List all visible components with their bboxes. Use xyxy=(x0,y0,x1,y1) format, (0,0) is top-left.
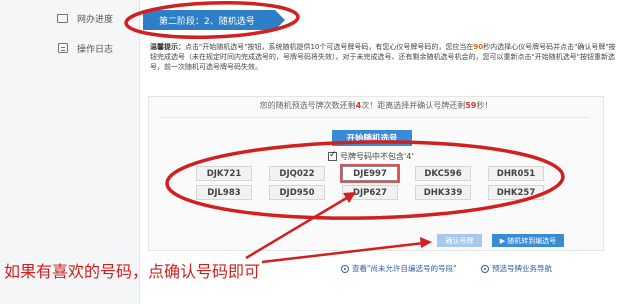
plate-option[interactable]: DKC596 xyxy=(415,166,471,181)
annotation-text: 如果有喜欢的号码，点确认号码即可 xyxy=(4,262,261,281)
countdown-part2: 次！距离选择并确认号牌还剩 xyxy=(361,101,466,110)
exclude-four-option[interactable]: 号牌号码中不包含'4' xyxy=(328,150,414,162)
notice-line1a: 点击"开始随机选号"按钮，系统随机提供10个可选号牌号码，有您心仪号牌号码的，您… xyxy=(185,43,474,51)
stage-tab: 第二阶段：2、随机选号 xyxy=(143,10,285,30)
plate-option-selected[interactable]: DJE997 xyxy=(342,166,398,181)
start-random-select-button[interactable]: 开始随机选号 xyxy=(332,130,412,146)
exclude-four-label: 号牌号码中不包含'4' xyxy=(340,151,414,161)
sidebar-item-label: 操作日志 xyxy=(77,44,114,55)
notice-prefix: 温馨提示： xyxy=(150,43,185,51)
countdown-part1: 您的随机预选号牌次数还剩 xyxy=(259,101,356,110)
plate-option[interactable]: DJK721 xyxy=(196,166,252,181)
restricted-segments-link[interactable]: 查看"尚未允许自编选号的号段" xyxy=(341,263,456,274)
plate-option[interactable]: DHR051 xyxy=(488,166,544,181)
sidebar-item-label: 网办进度 xyxy=(77,14,114,25)
desktop-icon xyxy=(57,13,68,23)
switch-to-custom-button[interactable]: ▶ 随机转到编选号 xyxy=(492,234,564,247)
confirm-plate-button[interactable]: 确认号牌 xyxy=(437,234,482,247)
restricted-segments-label: 查看"尚未允许自编选号的号段" xyxy=(352,264,457,273)
plate-option[interactable]: DJD950 xyxy=(269,185,325,200)
plate-option[interactable]: DHK339 xyxy=(415,185,471,200)
countdown-text: 您的随机预选号牌次数还剩4次！距离选择并确认号牌还剩59秒！ xyxy=(148,100,604,111)
notice-time: 90 xyxy=(473,43,484,51)
sidebar-item-progress[interactable]: 网办进度 xyxy=(0,4,140,32)
sidebar-item-log[interactable]: 操作日志 xyxy=(0,34,140,62)
plate-option[interactable]: DJP627 xyxy=(342,185,398,200)
plate-option[interactable]: DJL983 xyxy=(196,185,252,200)
business-guide-link[interactable]: 预选号牌业务导航 xyxy=(481,263,552,274)
business-guide-label: 预选号牌业务导航 xyxy=(492,264,552,273)
countdown-part3: 秒！ xyxy=(476,101,493,110)
notice-text: 温馨提示：点击"开始随机选号"按钮，系统随机提供10个可选号牌号码，有您心仪号牌… xyxy=(150,42,620,72)
search-icon xyxy=(341,264,349,273)
plate-option[interactable]: DJQ022 xyxy=(269,166,325,181)
seconds-remaining: 59 xyxy=(465,101,477,110)
log-icon xyxy=(58,43,68,53)
divider xyxy=(160,117,590,118)
plate-option[interactable]: DHK257 xyxy=(488,185,544,200)
exclude-four-checkbox[interactable] xyxy=(328,150,337,161)
info-icon xyxy=(481,264,489,273)
